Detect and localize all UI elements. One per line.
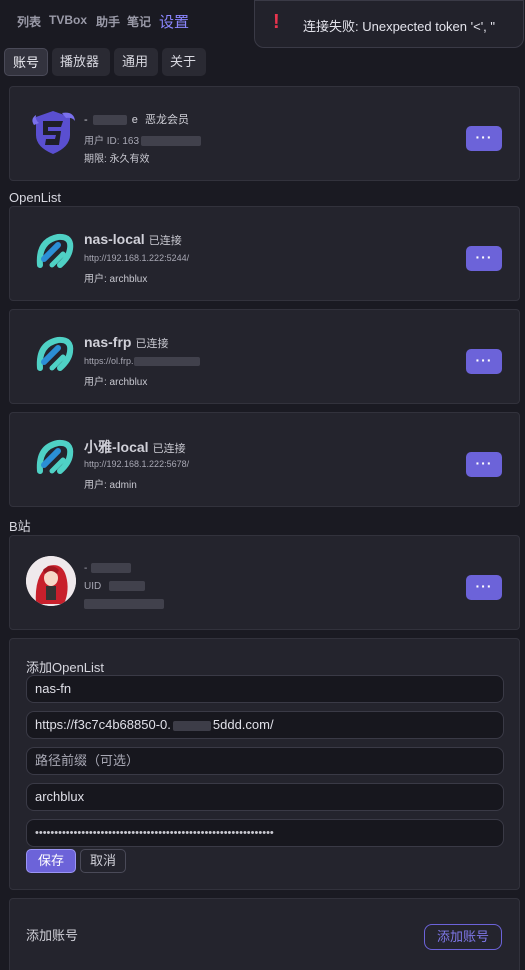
vip-badge: 恶龙会员 [144,114,189,126]
openlist-logo-icon [30,330,80,380]
redacted-url [172,720,211,731]
redacted-user-id [141,136,202,147]
account-more-button[interactable]: ··· [466,126,502,151]
openlist-more-button[interactable]: ··· [466,452,502,477]
openlist-user: 用户: archblux [84,377,148,388]
nav-settings[interactable]: 设置 [159,11,189,32]
cancel-button[interactable]: 取消 [80,849,126,873]
bilibili-card: - UID ··· [9,535,520,630]
error-message: 连接失败: Unexpected token '<', " [303,19,496,34]
openlist-url: https://ol.frp. [84,356,200,367]
redacted-name [92,115,127,126]
tab-general[interactable]: 通用 [114,48,158,76]
account-card: - e 恶龙会员 用户 ID: 163 期限: 永久有效 ··· [9,86,520,181]
tab-account[interactable]: 账号 [4,48,48,76]
openlist-url: http://192.168.1.222:5244/ [84,253,190,263]
password-field[interactable]: ••••••••••••••••••••••••••••••••••••••••… [26,819,504,847]
error-icon: ! [273,11,280,33]
openlist-card-xiaoya-local: 小雅-local 已连接 http://192.168.1.222:5678/ 用… [9,412,520,507]
openlist-name: nas-frp 已连接 [84,334,169,350]
openlist-url-field[interactable]: https://f3c7c4b68850-0. 5ddd.com/ [26,711,504,739]
bilibili-uid: UID [84,581,146,592]
section-openlist: OpenList [9,190,62,205]
add-account-button[interactable]: 添加账号 [424,924,502,950]
tab-player[interactable]: 播放器 [52,48,110,76]
add-account-card: 添加账号 添加账号 [9,898,520,970]
openlist-card-nas-frp: nas-frp 已连接 https://ol.frp. 用户: archblux … [9,309,520,404]
openlist-card-nas-local: nas-local 已连接 http://192.168.1.222:5244/ … [9,206,520,301]
bilibili-extra [84,598,164,609]
openlist-logo-icon [30,227,80,277]
redacted-url [133,357,200,367]
nav-notes[interactable]: 笔记 [127,13,151,30]
nav-assistant[interactable]: 助手 [96,13,120,30]
openlist-user: 用户: archblux [84,274,148,285]
account-expiry: 期限: 永久有效 [84,154,150,165]
redacted-uid [109,581,146,592]
openlist-name: 小雅-local 已连接 [84,439,186,455]
openlist-name: nas-local 已连接 [84,231,182,247]
bilibili-name: - [84,563,132,574]
nav-tvbox[interactable]: TVBox [49,13,87,27]
avatar [26,556,76,606]
redacted-name [91,563,132,574]
error-toast: ! 连接失败: Unexpected token '<', " [254,0,524,48]
tab-about[interactable]: 关于 [162,48,206,76]
path-prefix-field[interactable]: 路径前缀（可选） [26,747,504,775]
save-button[interactable]: 保存 [26,849,76,873]
openlist-more-button[interactable]: ··· [466,246,502,271]
openlist-url: http://192.168.1.222:5678/ [84,459,190,469]
username-field[interactable]: archblux [26,783,504,811]
account-name: - e 恶龙会员 [84,114,189,126]
add-openlist-form: 添加OpenList nas-fn https://f3c7c4b68850-0… [9,638,520,890]
openlist-user: 用户: admin [84,480,137,491]
redacted-info [84,598,164,609]
openlist-name-field[interactable]: nas-fn [26,675,504,703]
nav-list[interactable]: 列表 [17,13,41,30]
account-user-id: 用户 ID: 163 [84,132,202,147]
section-bilibili: B站 [9,519,31,534]
dragon-logo-icon [28,107,78,157]
openlist-logo-icon [30,433,80,483]
openlist-more-button[interactable]: ··· [466,349,502,374]
add-account-label: 添加账号 [26,928,79,943]
bilibili-more-button[interactable]: ··· [466,575,502,600]
form-title: 添加OpenList [26,660,105,675]
